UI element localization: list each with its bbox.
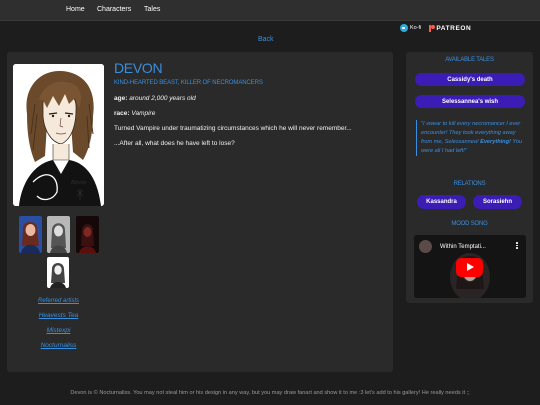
sidebar-panel: AVAILABLE TALES Cassidy's death Selessan… (406, 52, 533, 303)
more-options-icon[interactable] (516, 242, 518, 250)
nav-home[interactable]: Home (66, 6, 85, 13)
relation-button-kassandra[interactable]: Kassandra (417, 195, 466, 209)
gallery-thumbnail-4[interactable] (47, 257, 69, 288)
character-age: age: around 2,000 years old (114, 95, 196, 102)
kofi-cup-icon (400, 24, 408, 32)
age-value: around 2,000 years old (129, 95, 196, 102)
patreon-link[interactable]: PATREON (429, 24, 472, 32)
mood-song-heading: MOOD SONG (451, 221, 488, 227)
nav-characters[interactable]: Characters (97, 6, 131, 13)
kofi-link[interactable]: Ko-fi (400, 24, 421, 32)
race-value: Vampire (131, 110, 156, 117)
portrait-drawing: Devon (13, 64, 104, 206)
character-tagline: ...After all, what does he have left to … (114, 140, 235, 147)
character-name: DEVON (114, 60, 163, 76)
character-portrait[interactable]: Devon (13, 64, 104, 206)
character-panel: Devon Referred artists Heavests Tea Mist… (7, 52, 393, 372)
channel-avatar[interactable] (419, 240, 432, 253)
relations-heading: RELATIONS (453, 181, 486, 187)
gallery-thumbnail-3[interactable] (76, 216, 99, 253)
relation-button-sorasiehn[interactable]: Sorasiehn (473, 195, 522, 209)
character-description: Turned Vampire under traumatizing circum… (114, 125, 352, 132)
age-label: age: (114, 95, 128, 102)
race-label: race: (114, 110, 130, 117)
tale-button-cassidys-death[interactable]: Cassidy's death (415, 73, 525, 86)
character-subtitle: KIND-HEARTED BEAST, KILLER OF NECROMANCE… (114, 80, 263, 86)
patreon-label: PATREON (436, 24, 472, 32)
top-navigation: Home Characters Tales (0, 0, 540, 21)
gallery-thumbnail-2[interactable] (47, 216, 70, 253)
quote-emphasis: Everything! (480, 139, 511, 145)
kofi-label: Ko-fi (410, 25, 422, 31)
character-quote: "I swear to kill every necromancer I eve… (416, 120, 527, 156)
video-title[interactable]: Within Temptati... (440, 244, 486, 250)
artist-link-heavests-tea[interactable]: Heavests Tea (13, 312, 104, 319)
thumbnail-image (47, 257, 69, 288)
artist-link-mistexpi[interactable]: Mistexpi (13, 327, 104, 334)
referred-artists-heading: Referred artists (37, 298, 79, 304)
artist-link-nocturnaliss[interactable]: Nocturnaliss (13, 342, 104, 349)
youtube-embed[interactable]: Within Temptati... (414, 235, 526, 298)
patreon-icon (429, 24, 436, 32)
nav-tales[interactable]: Tales (144, 6, 160, 13)
gallery-thumbnail-1[interactable] (19, 216, 42, 253)
thumbnail-image (76, 216, 99, 253)
play-button-icon[interactable] (456, 258, 483, 277)
character-race: race: Vampire (114, 110, 155, 117)
svg-text:Devon: Devon (70, 180, 87, 186)
support-links: Ko-fi PATREON (400, 23, 471, 33)
back-link[interactable]: Back (258, 36, 274, 43)
tale-button-selessannea-wish[interactable]: Selessannea's wish (415, 95, 525, 108)
thumbnail-image (19, 216, 42, 253)
referred-artists: Referred artists Heavests Tea Mistexpi N… (13, 298, 104, 349)
footer-copyright: Devon is © Nocturnaliss. You may not ste… (70, 390, 470, 396)
thumbnail-image (47, 216, 70, 253)
available-tales-heading: AVAILABLE TALES (445, 57, 494, 63)
